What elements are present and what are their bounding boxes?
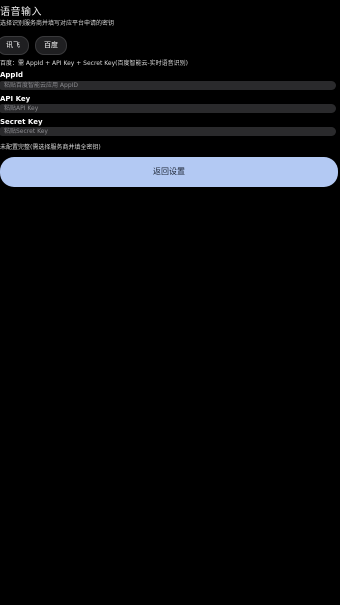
page-subtitle: 选择识别服务商并填写对应平台申请的密钥 — [0, 20, 115, 27]
secret-key-label: Secret Key — [0, 118, 43, 126]
appid-label: AppId — [0, 71, 24, 79]
secret-key-input[interactable] — [0, 127, 336, 136]
provider-option-baidu[interactable]: 百度 — [35, 36, 67, 55]
config-status-note: 未配置完整(需选择服务商并填全密钥) — [0, 144, 101, 151]
voice-input-settings-page: 语音输入 选择识别服务商并填写对应平台申请的密钥 讯飞 百度 百度：需 AppI… — [0, 0, 340, 605]
appid-input[interactable] — [0, 81, 336, 90]
page-title: 语音输入 — [0, 7, 42, 18]
provider-selector: 讯飞 百度 — [0, 36, 67, 55]
api-key-input[interactable] — [0, 104, 336, 113]
back-to-settings-button[interactable]: 返回设置 — [0, 157, 338, 187]
api-key-label: API Key — [0, 95, 31, 103]
provider-option-xunfei[interactable]: 讯飞 — [0, 36, 29, 55]
provider-requirements-hint: 百度：需 AppId + API Key + Secret Key(百度智能云-… — [0, 60, 188, 67]
